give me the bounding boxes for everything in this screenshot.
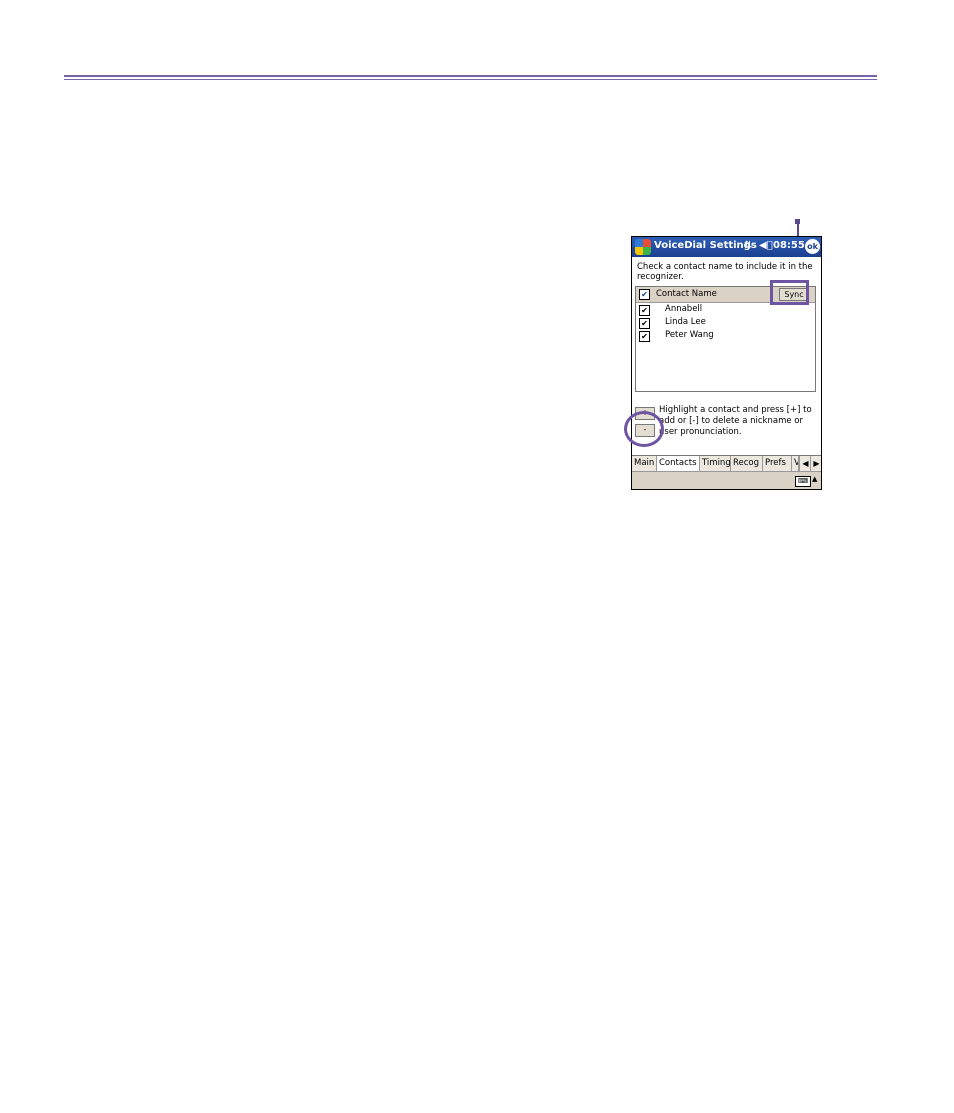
list-item[interactable]: ✔ Peter Wang bbox=[639, 330, 809, 343]
column-header-contact-name[interactable]: Contact Name bbox=[656, 289, 717, 299]
contact-name: Annabell bbox=[665, 304, 703, 314]
list-item[interactable]: ✔ Linda Lee bbox=[639, 317, 809, 330]
contact-name: Linda Lee bbox=[665, 317, 706, 327]
contact-checkbox[interactable]: ✔ bbox=[639, 331, 650, 342]
input-menu-arrow-icon[interactable]: ▲ bbox=[812, 475, 817, 483]
tab-main[interactable]: Main bbox=[632, 456, 657, 471]
tab-bar: Main Contacts Timing Recog Prefs V ◀ ▶ bbox=[632, 455, 821, 472]
header-rule-thin bbox=[64, 79, 877, 80]
windows-start-icon[interactable] bbox=[635, 239, 651, 255]
ok-button[interactable]: ok bbox=[805, 239, 820, 254]
sync-callout-highlight bbox=[770, 280, 809, 305]
list-item[interactable]: ✔ Annabell bbox=[639, 304, 809, 317]
speaker-icon[interactable]: ◀ͨ bbox=[759, 240, 773, 251]
contact-checkbox[interactable]: ✔ bbox=[639, 318, 650, 329]
help-text: Highlight a contact and press [+] to add… bbox=[659, 405, 812, 437]
tab-timing[interactable]: Timing bbox=[700, 456, 731, 471]
tab-contacts[interactable]: Contacts bbox=[657, 456, 700, 471]
tab-prefs[interactable]: Prefs bbox=[763, 456, 792, 471]
tab-partial[interactable]: V bbox=[792, 456, 799, 471]
signal-icon[interactable]: ⇅ bbox=[744, 240, 752, 251]
tab-scroll-right-icon[interactable]: ▶ bbox=[810, 456, 821, 471]
instruction-text: Check a contact name to include it in th… bbox=[637, 262, 813, 282]
clock[interactable]: 08:55 bbox=[773, 240, 805, 251]
select-all-checkbox[interactable]: ✔ bbox=[639, 289, 650, 300]
title-bar: VoiceDial Settings ⇅ ◀ͨ 08:55 ok bbox=[632, 237, 821, 257]
device-screen: VoiceDial Settings ⇅ ◀ͨ 08:55 ok Check a… bbox=[631, 236, 822, 490]
header-rule bbox=[64, 75, 877, 77]
contact-checkbox[interactable]: ✔ bbox=[639, 305, 650, 316]
menu-bar: ⌨ ▲ bbox=[632, 471, 821, 489]
window-title: VoiceDial Settings bbox=[654, 240, 757, 251]
contact-name: Peter Wang bbox=[665, 330, 714, 340]
remove-callout-highlight bbox=[624, 411, 664, 447]
keyboard-icon[interactable]: ⌨ bbox=[795, 476, 811, 487]
tab-recog[interactable]: Recog bbox=[731, 456, 763, 471]
